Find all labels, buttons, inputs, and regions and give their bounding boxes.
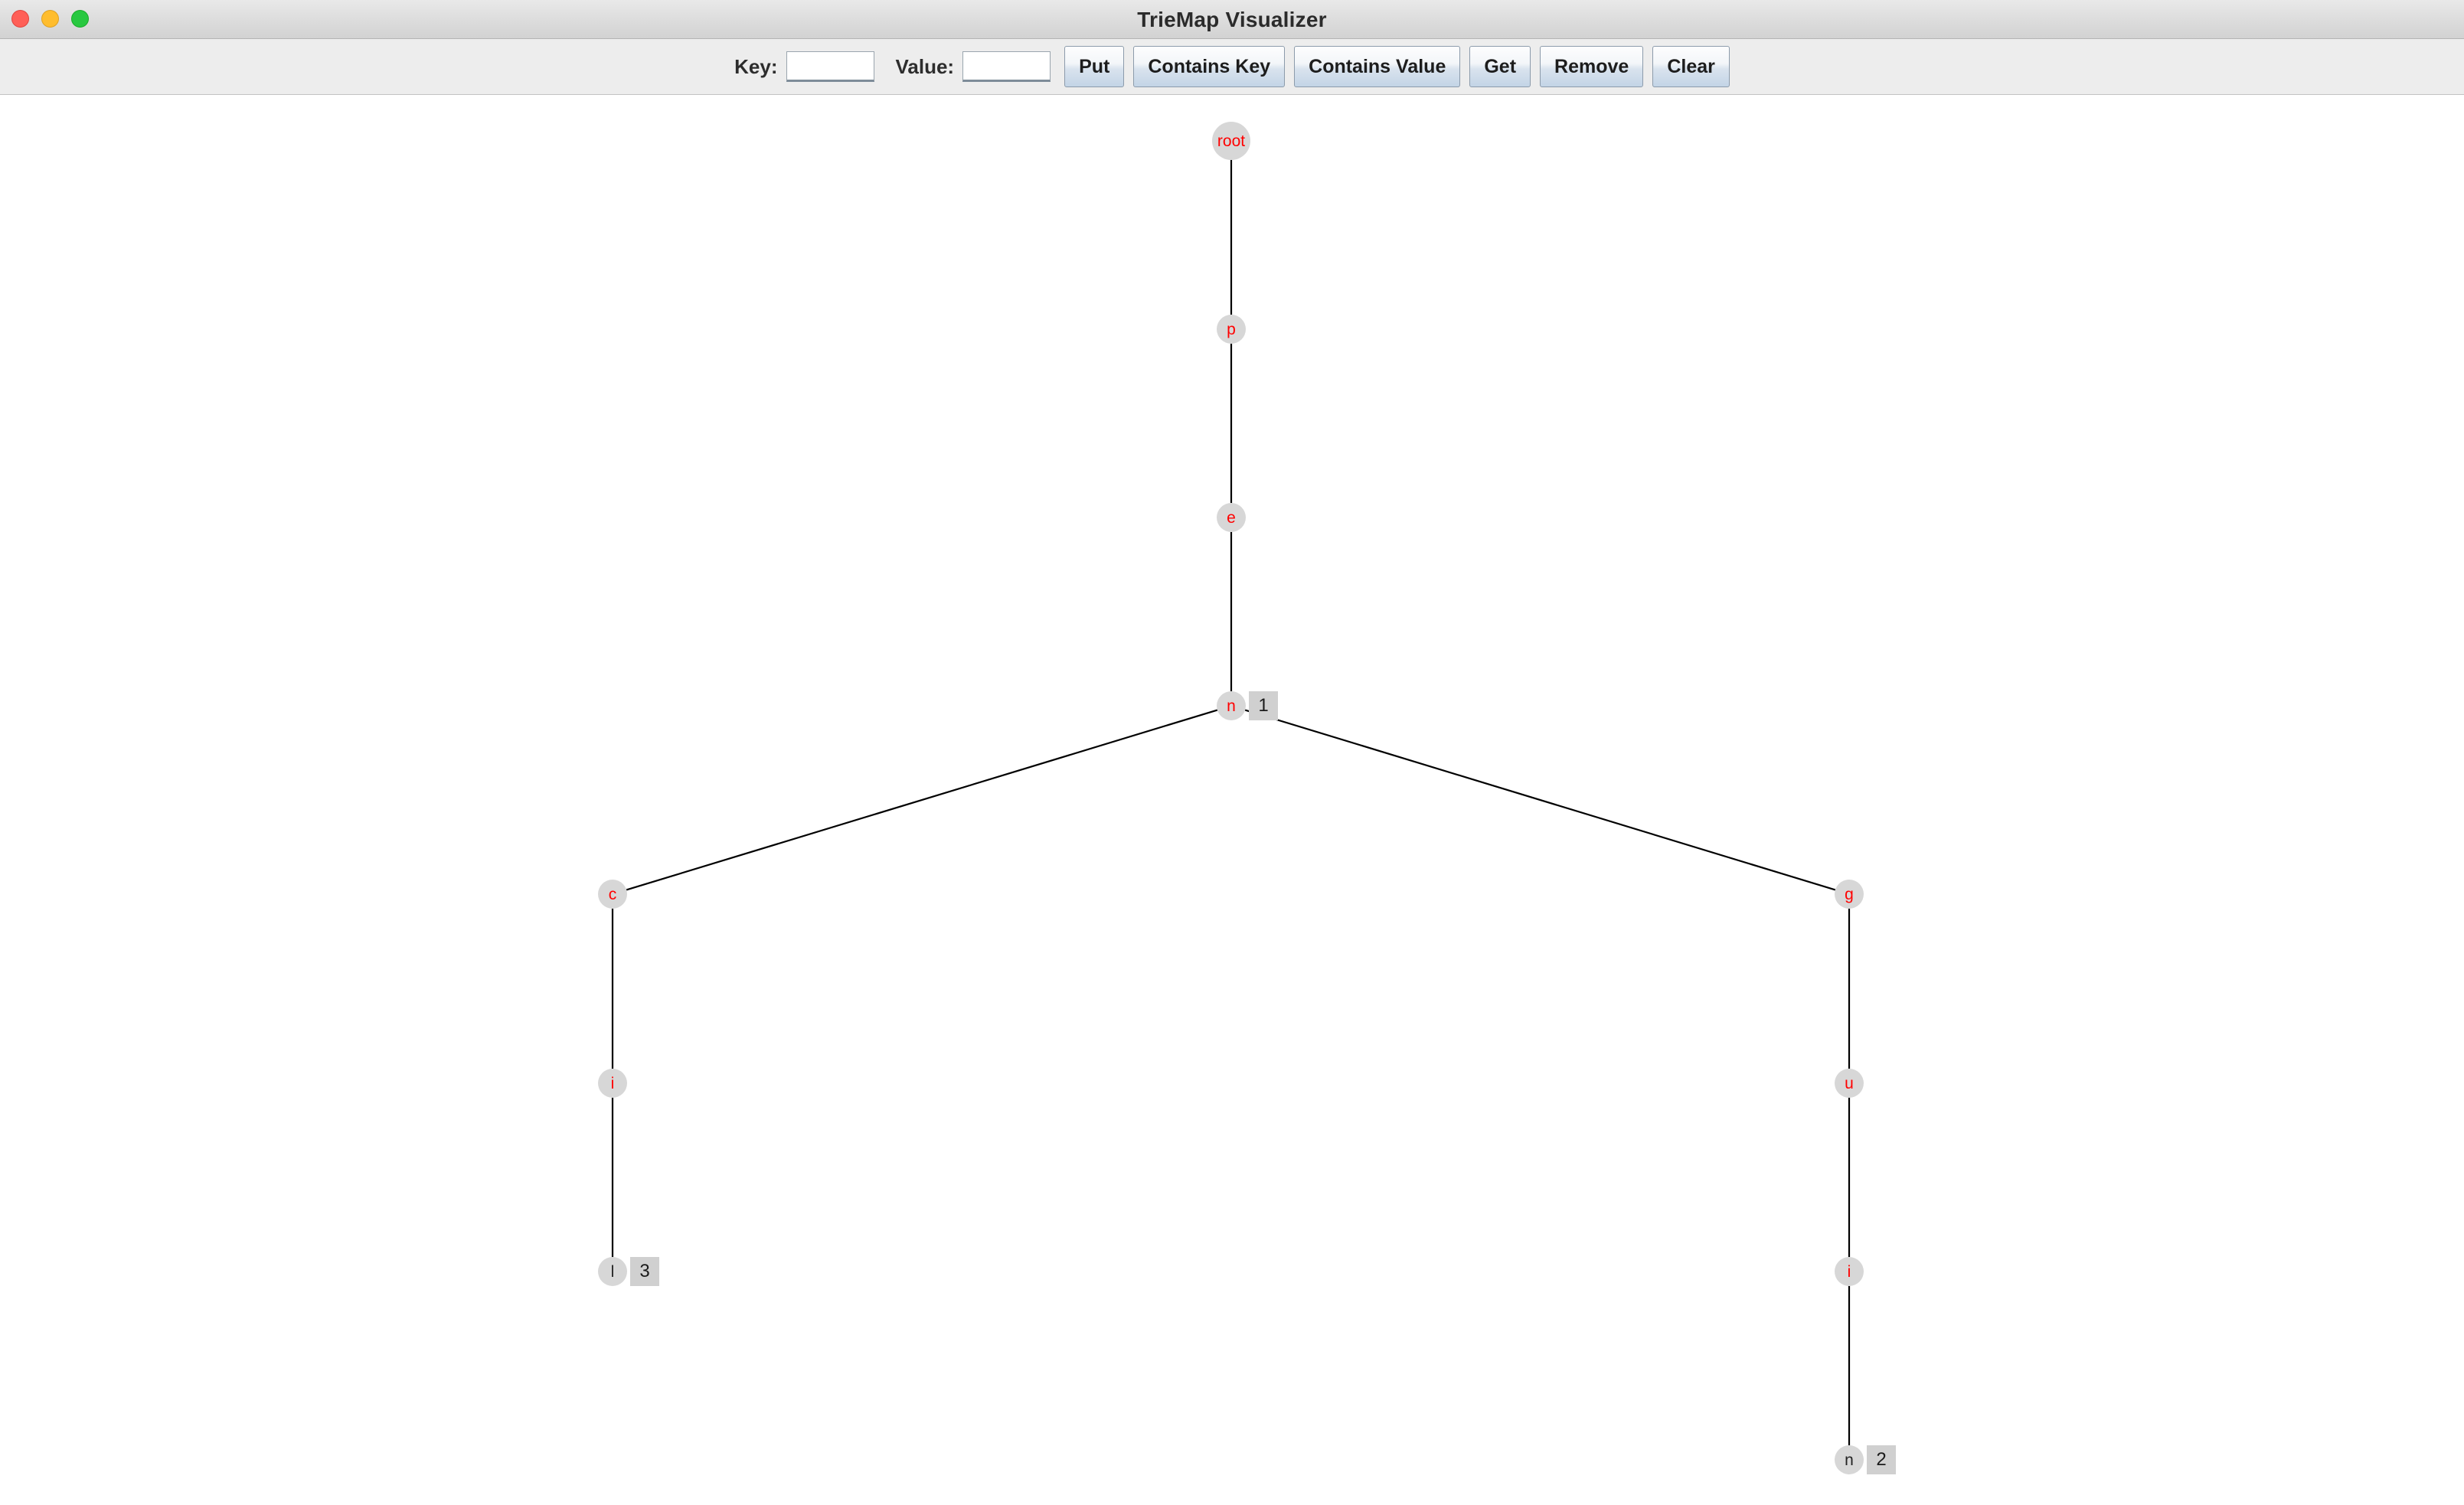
contains-value-button[interactable]: Contains Value (1294, 46, 1461, 87)
contains-key-button[interactable]: Contains Key (1133, 46, 1286, 87)
trie-node-g[interactable]: g (1835, 880, 1864, 909)
trie-node-p[interactable]: p (1217, 315, 1246, 344)
trie-node-value-badge-n2: 2 (1867, 1445, 1896, 1474)
toolbar: Key: Value: Put Contains Key Contains Va… (0, 39, 2464, 95)
trie-node-value-badge-n1: 1 (1249, 691, 1278, 720)
trie-node-l[interactable]: l (598, 1257, 627, 1286)
trie-edge (626, 709, 1218, 891)
clear-button[interactable]: Clear (1652, 46, 1730, 87)
trie-node-value-badge-l: 3 (630, 1257, 659, 1286)
app-window: TrieMap Visualizer Key: Value: Put Conta… (0, 0, 2464, 1505)
trie-node-e[interactable]: e (1217, 503, 1246, 532)
remove-button[interactable]: Remove (1540, 46, 1644, 87)
toolbar-controls: Key: Value: Put Contains Key Contains Va… (734, 39, 1730, 94)
put-button[interactable]: Put (1064, 46, 1125, 87)
trie-node-root[interactable]: root (1212, 122, 1250, 160)
trie-node-i2[interactable]: i (1835, 1257, 1864, 1286)
value-input[interactable] (962, 51, 1051, 82)
trie-node-c[interactable]: c (598, 880, 627, 909)
get-button[interactable]: Get (1469, 46, 1531, 87)
trie-node-n1[interactable]: n (1217, 691, 1246, 720)
trie-node-n2[interactable]: n (1835, 1445, 1864, 1474)
trie-node-u[interactable]: u (1835, 1069, 1864, 1098)
key-input[interactable] (786, 51, 874, 82)
trie-node-i1[interactable]: i (598, 1069, 627, 1098)
window-title: TrieMap Visualizer (1137, 8, 1327, 31)
trie-edge (1244, 709, 1836, 891)
trie-canvas[interactable]: root p e n 1 c g i u l 3 i n 2 (0, 95, 2464, 1505)
trie-edges (611, 160, 1851, 1445)
key-label: Key: (734, 54, 778, 78)
title-bar: TrieMap Visualizer (0, 0, 2464, 39)
value-label: Value: (895, 54, 955, 78)
